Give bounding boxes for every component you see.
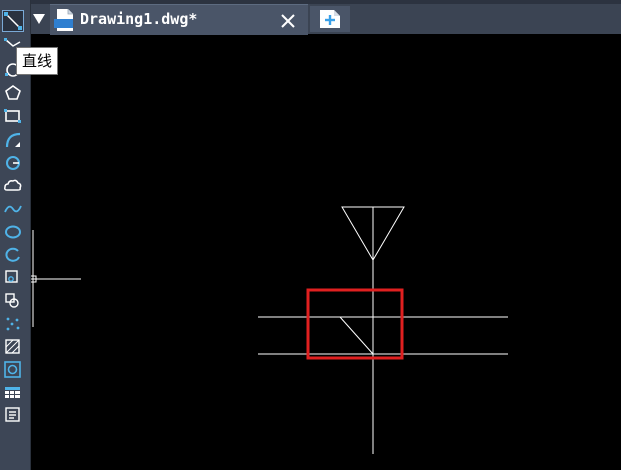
red-highlight-box (306, 288, 404, 360)
point-icon (6, 317, 20, 331)
mtext-icon (5, 407, 20, 422)
table-icon (5, 387, 20, 398)
drawing-canvas[interactable] (31, 34, 621, 470)
line-icon (4, 12, 22, 30)
table-tool[interactable] (3, 383, 23, 403)
revision-cloud-tool[interactable] (3, 176, 23, 196)
rectangle-icon (4, 109, 21, 123)
cloud-icon (4, 179, 22, 191)
close-icon[interactable] (278, 11, 298, 31)
tab-list-dropdown-button[interactable] (29, 6, 49, 32)
new-drawing-button[interactable] (310, 6, 350, 32)
region-icon (4, 361, 21, 378)
mtext-tool[interactable] (3, 405, 23, 425)
ellipse-arc-icon (5, 247, 20, 262)
triangle-down-icon (33, 14, 45, 24)
circle-center-tool[interactable] (3, 153, 23, 173)
polygon-icon (5, 85, 21, 100)
polygon-tool[interactable] (3, 83, 23, 103)
hatch-icon (5, 339, 20, 354)
tab-title: Drawing1.dwg* (80, 10, 198, 28)
arc-icon (5, 132, 21, 148)
arc-tool[interactable] (3, 130, 23, 150)
create-block-icon (5, 293, 19, 308)
ellipse-tool[interactable] (3, 222, 23, 242)
hatch-tool[interactable] (3, 337, 23, 357)
document-tab-bar: Drawing1.dwg* (0, 0, 621, 35)
tab-drawing1[interactable]: Drawing1.dwg* (50, 4, 308, 35)
new-document-icon (320, 10, 340, 28)
spline-tool[interactable] (3, 199, 23, 219)
diagonal-line (339, 316, 374, 355)
create-block-tool[interactable] (3, 291, 23, 311)
ellipse-arc-tool[interactable] (3, 245, 23, 265)
region-tool[interactable] (3, 360, 23, 380)
line-tool[interactable] (2, 10, 24, 32)
circle-center-icon (6, 156, 20, 170)
insert-block-icon (5, 270, 18, 283)
drawing-svg (31, 206, 508, 454)
rectangle-tool[interactable] (3, 106, 23, 126)
ellipse-icon (5, 225, 21, 239)
point-tool[interactable] (3, 314, 23, 334)
dwg-file-icon (54, 9, 73, 31)
insert-block-tool[interactable] (3, 268, 23, 288)
spline-icon (4, 205, 22, 213)
